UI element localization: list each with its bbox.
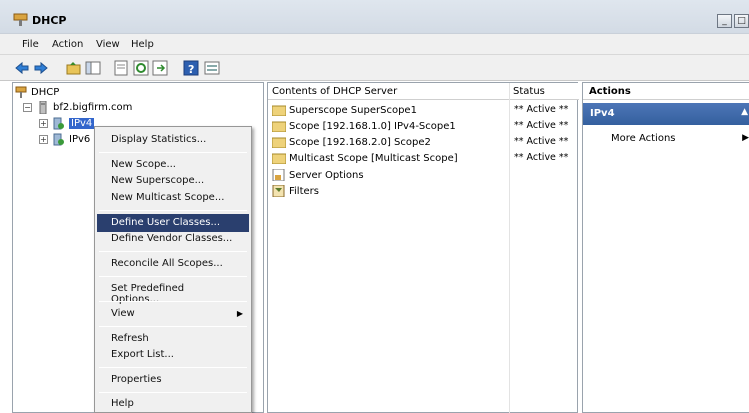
actions-pane: Actions IPv4 ▲ More Actions ▶ [582, 82, 749, 413]
tree-node-server[interactable]: − bf2.bigfirm.com [23, 100, 132, 114]
menu-item-view[interactable]: View [97, 305, 249, 323]
menu-item-new-superscope[interactable]: New Superscope... [97, 172, 249, 190]
tree-node-ipv4[interactable]: + IPv4 [39, 116, 95, 130]
more-actions-link[interactable]: More Actions [611, 133, 676, 144]
menu-view[interactable]: View [96, 39, 120, 50]
list-item-name: Server Options [289, 169, 364, 181]
forward-arrow-icon[interactable] [33, 60, 49, 76]
column-header-status[interactable]: Status [509, 83, 579, 100]
menu-action[interactable]: Action [52, 39, 83, 50]
context-menu: Display Statistics... New Scope... New S… [94, 126, 252, 413]
server-options-icon [272, 169, 285, 181]
list-item-name: Scope [192.168.1.0] IPv4-Scope1 [289, 120, 456, 132]
menu-item-display-statistics[interactable]: Display Statistics... [97, 131, 249, 149]
menu-separator [99, 276, 247, 277]
list-item[interactable]: Multicast Scope [Multicast Scope] [268, 150, 458, 166]
dhcp-root-icon [15, 86, 27, 98]
list-item[interactable]: Superscope SuperScope1 [268, 102, 417, 118]
menu-separator [99, 392, 247, 393]
tree-label-ipv6: IPv6 [69, 133, 91, 145]
help-icon[interactable]: ? [183, 60, 199, 76]
menu-bar: File Action View Help [0, 34, 749, 55]
menu-help[interactable]: Help [131, 39, 154, 50]
list-item-name: Multicast Scope [Multicast Scope] [289, 152, 458, 164]
folder-icon [272, 153, 286, 164]
expand-toggle-ipv4[interactable]: + [39, 118, 48, 128]
menu-item-new-multicast-scope[interactable]: New Multicast Scope... [97, 189, 249, 207]
back-arrow-icon[interactable] [14, 60, 30, 76]
collapse-toggle[interactable]: − [23, 102, 32, 112]
menu-item-set-predefined-options[interactable]: Set Predefined Options... [97, 280, 249, 305]
menu-separator [99, 367, 247, 368]
submenu-arrow-icon: ▶ [742, 133, 749, 143]
actions-section-ipv4[interactable]: IPv4 ▲ [583, 103, 749, 125]
menu-item-export-list[interactable]: Export List... [97, 346, 249, 364]
tree-node-ipv6[interactable]: + IPv6 [39, 132, 90, 146]
console-view-icon[interactable] [204, 60, 220, 76]
refresh-icon[interactable] [133, 60, 149, 76]
tree-label-dhcp: DHCP [31, 86, 60, 98]
actions-section-label: IPv4 [590, 108, 615, 119]
menu-item-define-vendor-classes[interactable]: Define Vendor Classes... [97, 230, 249, 248]
ipv6-node-icon [53, 133, 64, 145]
list-item-name: Scope [192.168.2.0] Scope2 [289, 136, 431, 148]
status-cell: ** Active ** [514, 120, 569, 131]
menu-item-properties[interactable]: Properties [97, 371, 249, 389]
status-cell: ** Active ** [514, 136, 569, 147]
status-cell: ** Active ** [514, 104, 569, 115]
export-list-icon[interactable] [152, 60, 168, 76]
column-separator [509, 83, 510, 413]
menu-separator [99, 210, 247, 211]
svg-text:?: ? [188, 63, 194, 76]
server-icon [39, 100, 47, 114]
menu-separator [99, 251, 247, 252]
status-cell: ** Active ** [514, 152, 569, 163]
tree-node-dhcp[interactable]: DHCP [15, 85, 59, 99]
minimize-button[interactable]: _ [717, 14, 732, 28]
up-folder-icon[interactable] [66, 60, 82, 76]
window-title: DHCP [32, 14, 67, 27]
folder-icon [272, 121, 286, 132]
expand-toggle-ipv6[interactable]: + [39, 134, 48, 144]
menu-separator [99, 326, 247, 327]
menu-item-help[interactable]: Help [97, 395, 249, 413]
show-hide-tree-icon[interactable] [85, 60, 101, 76]
list-item-name: Filters [289, 185, 319, 197]
maximize-button[interactable]: □ [734, 14, 749, 28]
list-item[interactable]: Filters [268, 183, 319, 199]
dhcp-app-icon [13, 13, 28, 26]
collapse-caret-icon[interactable]: ▲ [741, 107, 748, 117]
title-bar: DHCP _ □ [0, 0, 749, 34]
filters-icon [272, 185, 285, 197]
list-item-name: Superscope SuperScope1 [289, 104, 417, 116]
results-pane: Contents of DHCP Server Status Superscop… [267, 82, 579, 413]
folder-icon [272, 105, 286, 116]
column-header-contents[interactable]: Contents of DHCP Server [268, 83, 509, 100]
ipv4-node-icon [53, 117, 64, 129]
list-item[interactable]: Scope [192.168.1.0] IPv4-Scope1 [268, 118, 456, 134]
properties-sheet-icon[interactable] [113, 60, 129, 76]
tree-label-ipv4: IPv4 [69, 117, 95, 129]
tree-label-server: bf2.bigfirm.com [53, 101, 133, 113]
list-item[interactable]: Server Options [268, 167, 364, 183]
menu-separator [99, 152, 247, 153]
toolbar: ? [0, 55, 749, 81]
folder-icon [272, 137, 286, 148]
submenu-arrow-icon: ▶ [236, 309, 243, 318]
menu-separator [99, 301, 247, 302]
list-item[interactable]: Scope [192.168.2.0] Scope2 [268, 134, 431, 150]
actions-header: Actions [583, 83, 749, 100]
menu-file[interactable]: File [22, 39, 39, 50]
menu-item-reconcile-all-scopes[interactable]: Reconcile All Scopes... [97, 255, 249, 273]
